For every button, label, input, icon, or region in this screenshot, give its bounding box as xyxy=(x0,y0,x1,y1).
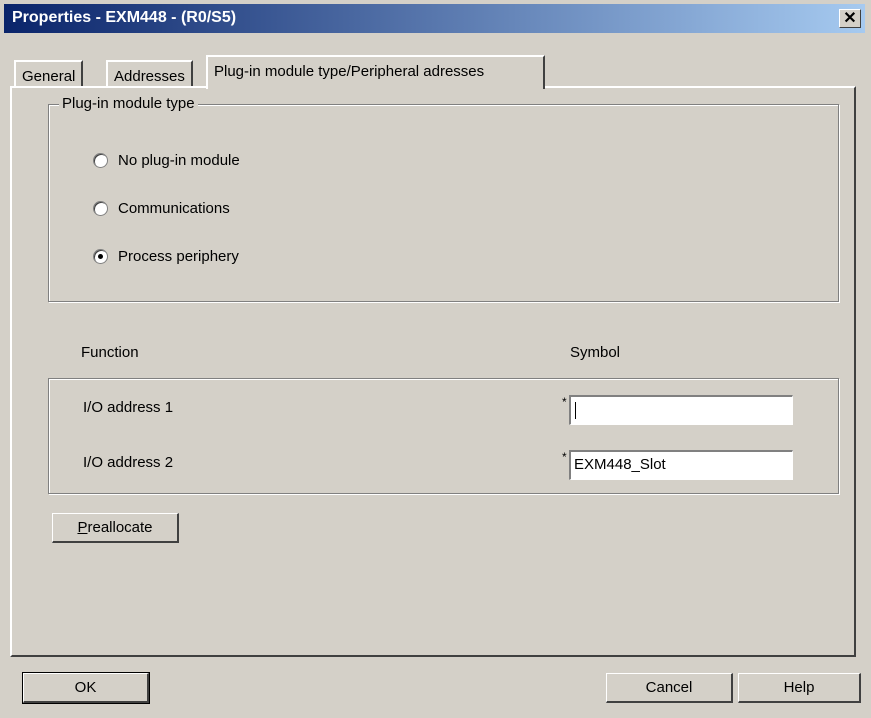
tab-plugin-module-type-label: Plug-in module type/Peripheral adresses xyxy=(214,63,485,80)
io-address-1-symbol-input[interactable] xyxy=(569,395,793,425)
symbol-column-header: Symbol xyxy=(570,344,621,361)
close-icon: ✕ xyxy=(843,9,857,27)
function-column-header: Function xyxy=(81,344,139,361)
io-address-1-marker: * xyxy=(562,395,567,409)
io-address-2-symbol-value: EXM448_Slot xyxy=(574,456,666,473)
io-address-1-label: I/O address 1 xyxy=(83,399,174,416)
radio-process-periphery[interactable]: Process periphery xyxy=(93,248,239,265)
ok-button[interactable]: OK xyxy=(22,672,150,704)
properties-dialog: Properties - EXM448 - (R0/S5) ✕ General … xyxy=(0,0,871,718)
cancel-button-label: Cancel xyxy=(645,679,693,696)
plugin-module-type-legend: Plug-in module type xyxy=(59,95,198,112)
help-button[interactable]: Help xyxy=(738,673,861,703)
radio-button-icon xyxy=(93,153,108,168)
radio-no-plugin-module[interactable]: No plug-in module xyxy=(93,152,240,169)
preallocate-button-label: Preallocate xyxy=(77,519,153,536)
tab-general[interactable]: General xyxy=(14,60,84,88)
preallocate-button[interactable]: Preallocate xyxy=(52,513,179,543)
radio-communications-label: Communications xyxy=(118,200,230,217)
tab-general-label: General xyxy=(22,68,76,85)
io-address-2-label: I/O address 2 xyxy=(83,454,174,471)
radio-process-periphery-label: Process periphery xyxy=(118,248,239,265)
cancel-button[interactable]: Cancel xyxy=(606,673,733,703)
tab-addresses[interactable]: Addresses xyxy=(106,60,193,88)
title-bar[interactable]: Properties - EXM448 - (R0/S5) ✕ xyxy=(4,4,865,33)
radio-no-plugin-module-label: No plug-in module xyxy=(118,152,240,169)
radio-button-icon xyxy=(93,201,108,216)
help-button-label: Help xyxy=(783,679,815,696)
tab-addresses-label: Addresses xyxy=(114,68,185,85)
ok-button-label: OK xyxy=(74,679,97,696)
text-cursor xyxy=(575,402,576,419)
window-title: Properties - EXM448 - (R0/S5) xyxy=(12,9,237,26)
close-button[interactable]: ✕ xyxy=(839,9,861,28)
io-address-2-marker: * xyxy=(562,450,567,464)
io-address-2-symbol-input[interactable]: EXM448_Slot xyxy=(569,450,793,480)
plugin-module-type-group: Plug-in module type No plug-in module Co… xyxy=(48,95,839,302)
tab-panel: Plug-in module type No plug-in module Co… xyxy=(10,86,856,657)
radio-communications[interactable]: Communications xyxy=(93,200,230,217)
radio-button-selected-icon xyxy=(93,249,108,264)
address-group: I/O address 1 * I/O address 2 * EXM448_S… xyxy=(48,378,839,494)
tab-plugin-module-type[interactable]: Plug-in module type/Peripheral adresses xyxy=(206,55,545,89)
